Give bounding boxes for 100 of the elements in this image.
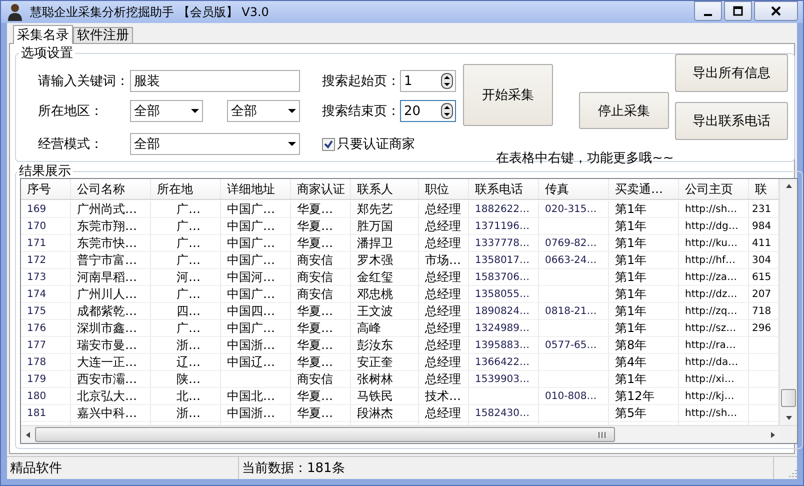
table-cell: 总经理: [425, 218, 461, 234]
table-cell: 总经理: [425, 337, 461, 353]
table-cell: 嘉兴中科…: [77, 405, 137, 421]
table-cell: 总经理: [425, 235, 461, 251]
table-cell: 171: [27, 238, 46, 248]
field-label: 请输入关键词：: [38, 73, 130, 90]
horizontal-scrollbar[interactable]: [21, 425, 797, 443]
verified-only-checkbox[interactable]: 只要认证商家: [322, 133, 463, 155]
table-cell: 010-808…: [545, 390, 597, 402]
table-cell: 总经理: [425, 405, 461, 421]
table-cell: 四…: [176, 303, 200, 319]
table-cell: 广…: [176, 286, 200, 302]
column-header[interactable]: 买卖通…: [609, 179, 679, 199]
column-header[interactable]: 详细地址: [221, 179, 291, 199]
table-cell: 浙…: [176, 405, 200, 421]
tab[interactable]: 采集名录: [13, 25, 73, 44]
dropdown-arrow-icon: [191, 108, 199, 114]
spin-arrows-icon: [441, 103, 453, 119]
table-cell: 商安信: [297, 269, 333, 285]
table-cell: http://ra…: [685, 340, 736, 350]
start-button[interactable]: 开始采集: [463, 64, 553, 126]
column-header[interactable]: 序号: [21, 179, 71, 199]
vertical-scrollbar[interactable]: [779, 179, 797, 425]
scroll-thumb[interactable]: [781, 389, 796, 407]
table-cell: 商安信: [297, 286, 333, 302]
table-cell: http://sh…: [685, 408, 738, 418]
keyword-field[interactable]: 服装: [130, 70, 300, 92]
table-cell: 中国广…: [227, 201, 275, 217]
table-cell: 231: [752, 204, 772, 214]
table-cell: 浙…: [176, 337, 200, 353]
column-header[interactable]: 商家认证: [291, 179, 351, 199]
table-cell: 1366422…: [475, 356, 530, 368]
end-page-spinbox[interactable]: 20: [400, 100, 456, 122]
column-header[interactable]: 职位: [419, 179, 469, 199]
table-cell: 1324989…: [475, 322, 530, 334]
city-dropdown[interactable]: 全部: [227, 100, 300, 122]
table-cell: 张树林: [357, 371, 393, 387]
table-cell: 中国广…: [227, 235, 275, 251]
column-header[interactable]: 联系人: [351, 179, 419, 199]
province-dropdown[interactable]: 全部: [130, 100, 203, 122]
table-cell: 邓忠桃: [357, 286, 393, 302]
table-cell: 第1年: [615, 371, 647, 387]
table-cell: 总经理: [425, 303, 461, 319]
table-cell: 180: [27, 390, 46, 402]
column-header[interactable]: 公司主页: [679, 179, 749, 199]
table-cell: 178: [27, 356, 46, 368]
field-label: 搜索起始页：: [322, 73, 400, 90]
export-all-button[interactable]: 导出所有信息: [675, 54, 788, 92]
table-cell: 北京弘大…: [77, 388, 137, 404]
table-cell: http://sz…: [685, 322, 736, 334]
close-button[interactable]: [754, 1, 798, 21]
export-phone-button[interactable]: 导出联系电话: [675, 102, 788, 140]
column-header[interactable]: 联系电话: [469, 179, 539, 199]
column-header[interactable]: 公司名称: [71, 179, 151, 199]
checkbox-box[interactable]: [322, 138, 335, 150]
table-cell: 总经理: [425, 269, 461, 285]
start-page-spinbox[interactable]: 1: [400, 70, 456, 92]
table-cell: 广州川人…: [77, 286, 137, 302]
table-cell: 广…: [176, 235, 200, 251]
person-icon: [6, 3, 24, 21]
table-cell: 第8年: [615, 337, 647, 353]
close-icon: [771, 6, 781, 16]
scroll-thumb[interactable]: [35, 427, 615, 442]
tab[interactable]: 软件注册: [73, 27, 133, 43]
table-cell: 第1年: [615, 218, 647, 234]
column-header[interactable]: 传真: [539, 179, 609, 199]
table-cell: 1358055…: [475, 288, 530, 300]
table-cell: 总经理: [425, 201, 461, 217]
maximize-button[interactable]: [724, 1, 752, 21]
table-cell: 胜万国: [357, 218, 393, 234]
table-cell: 020-315…: [545, 204, 597, 214]
maximize-icon: [733, 6, 743, 16]
table-cell: 1583706…: [475, 272, 530, 282]
table-cell: 东莞市翔…: [77, 218, 137, 234]
table-cell: 第12年: [615, 388, 654, 404]
table-cell: http://xi…: [685, 374, 734, 384]
stop-button[interactable]: 停止采集: [579, 92, 669, 129]
table-cell: 成都紫乾…: [77, 303, 137, 319]
mode-dropdown[interactable]: 全部: [130, 133, 300, 155]
table-cell: 第1年: [615, 252, 647, 268]
minimize-button[interactable]: [694, 1, 722, 21]
table-cell: http://da…: [685, 356, 738, 368]
table-cell: 西安市灞…: [77, 371, 137, 387]
table-cell: 深圳市鑫…: [77, 320, 137, 336]
table-cell: 广…: [176, 252, 200, 268]
table-cell: 段淋杰: [357, 405, 393, 421]
table-cell: 中国广…: [227, 286, 275, 302]
dropdown-arrow-icon: [288, 142, 296, 146]
table-cell: 华夏…: [297, 354, 333, 370]
table-cell: 市场…: [425, 252, 461, 268]
table-cell: 总经理: [425, 371, 461, 387]
table-cell: 潘捍卫: [357, 235, 393, 251]
table-cell: 1395883…: [475, 340, 530, 350]
table-cell: 179: [27, 374, 46, 384]
group-title: 选项设置: [20, 45, 74, 62]
table-cell: 170: [27, 220, 46, 232]
table-cell: 华夏…: [297, 218, 333, 234]
table-cell: 华夏…: [297, 320, 333, 336]
table-cell: 615: [752, 272, 772, 282]
column-header[interactable]: 所在地: [151, 179, 221, 199]
